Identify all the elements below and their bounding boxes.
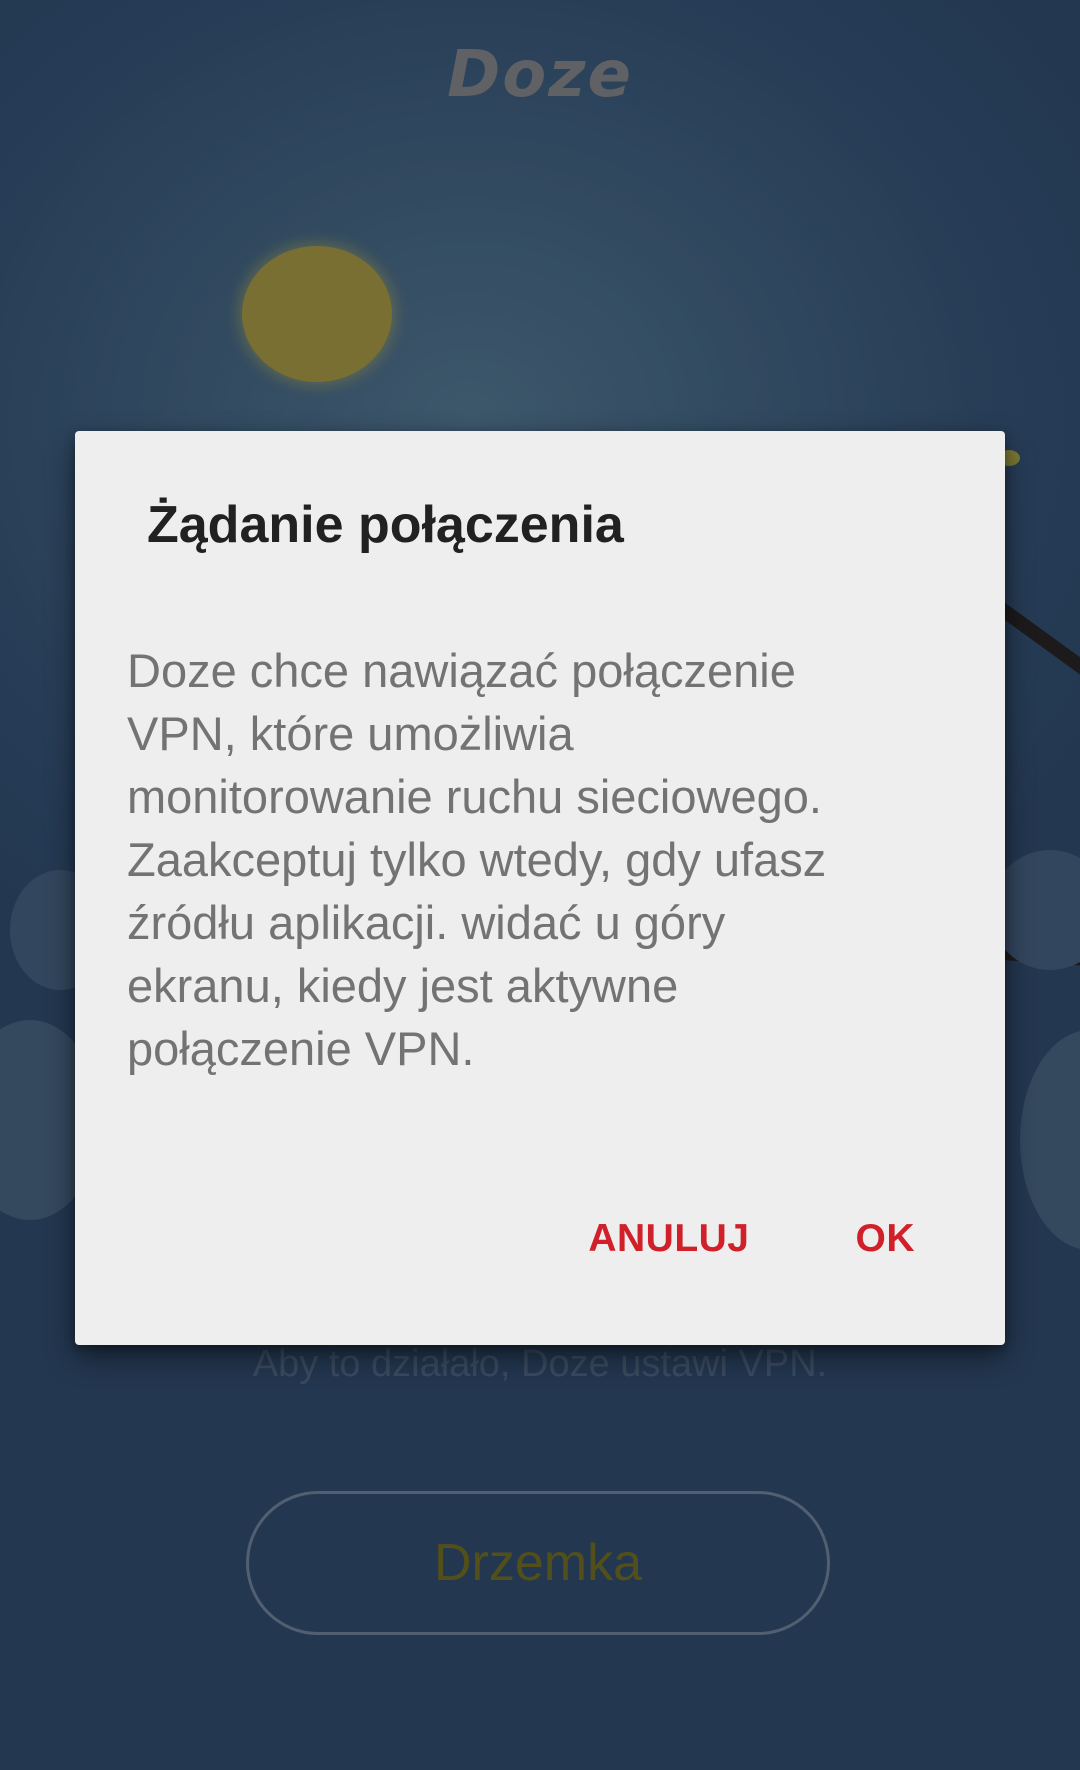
dialog-message-line: połączenie VPN. <box>127 1022 475 1075</box>
dialog-title: Żądanie połączenia <box>147 496 624 554</box>
ok-button[interactable]: OK <box>856 1217 916 1261</box>
dialog-message-line: VPN, które umożliwia <box>127 707 574 760</box>
cancel-button[interactable]: ANULUJ <box>588 1217 749 1261</box>
dialog-message: Doze chce nawiązać połączenie VPN, które… <box>127 639 967 1080</box>
dialog-message-line: Doze chce nawiązać połączenie <box>127 644 796 697</box>
dialog-message-line: monitorowanie ruchu sieciowego. <box>127 770 822 823</box>
dialog-message-line: źródłu aplikacji. widać u góry <box>127 896 726 949</box>
dialog-message-line: ekranu, kiedy jest aktywne <box>127 959 679 1012</box>
dialog-message-line: Zaakceptuj tylko wtedy, gdy ufasz <box>127 833 827 886</box>
vpn-connection-request-dialog: Żądanie połączenia Doze chce nawiązać po… <box>75 431 1005 1345</box>
dialog-actions: ANULUJ OK <box>588 1217 915 1261</box>
